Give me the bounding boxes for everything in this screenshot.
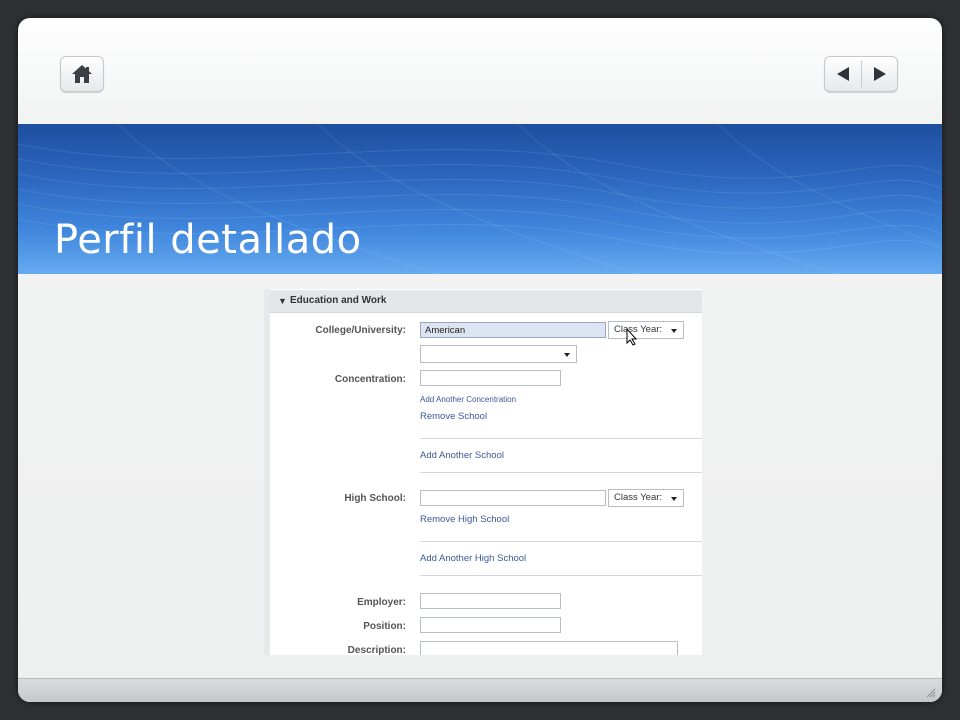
bottom-bar xyxy=(18,678,942,702)
home-icon xyxy=(72,65,92,83)
high-school-input[interactable] xyxy=(420,490,606,506)
slide-title: Perfil detallado xyxy=(54,217,362,263)
collapse-triangle-icon[interactable]: ▼ xyxy=(278,290,287,312)
employer-label: Employer: xyxy=(357,597,406,608)
chevron-down-icon xyxy=(671,329,677,333)
profile-form-screenshot: ▼ Education and Work College/University:… xyxy=(264,289,702,655)
divider xyxy=(420,575,702,576)
hs-class-year-select[interactable]: Class Year: xyxy=(608,489,684,507)
college-class-year-select[interactable]: Class Year: xyxy=(608,321,684,339)
concentration-input[interactable] xyxy=(420,370,561,386)
add-school-link[interactable]: Add Another School xyxy=(420,450,504,461)
chevron-down-icon xyxy=(671,497,677,501)
class-year-label: Class Year: xyxy=(614,324,663,335)
college-label: College/University: xyxy=(315,325,406,336)
concentration-label: Concentration: xyxy=(334,374,406,385)
position-input[interactable] xyxy=(420,617,561,633)
description-label: Description: xyxy=(347,645,406,655)
degree-select[interactable] xyxy=(420,345,577,363)
previous-slide-button[interactable] xyxy=(825,57,861,91)
employer-input[interactable] xyxy=(420,593,561,609)
slide-navigation xyxy=(824,56,898,92)
next-arrow-icon xyxy=(874,67,886,81)
title-banner: Perfil detallado xyxy=(18,124,942,274)
divider xyxy=(420,472,702,473)
add-concentration-link[interactable]: Add Another Concentration xyxy=(420,395,516,404)
position-label: Position: xyxy=(363,621,406,632)
resize-grip-icon[interactable] xyxy=(924,686,936,698)
home-button[interactable] xyxy=(60,56,104,92)
divider xyxy=(420,438,702,439)
add-high-school-link[interactable]: Add Another High School xyxy=(420,553,526,564)
class-year-label: Class Year: xyxy=(614,492,663,503)
mouse-pointer-icon xyxy=(626,328,638,346)
slide: Perfil detallado ▼ Education and Work Co… xyxy=(18,18,942,702)
chevron-down-icon xyxy=(564,353,570,357)
prev-arrow-icon xyxy=(837,67,849,81)
remove-high-school-link[interactable]: Remove High School xyxy=(420,514,509,525)
description-textarea[interactable] xyxy=(420,641,678,655)
section-header-label: Education and Work xyxy=(290,295,387,306)
high-school-label: High School: xyxy=(344,493,406,504)
next-slide-button[interactable] xyxy=(862,57,898,91)
college-input[interactable]: American xyxy=(420,322,606,338)
remove-school-link[interactable]: Remove School xyxy=(420,411,487,422)
section-header[interactable]: ▼ Education and Work xyxy=(270,290,702,313)
divider xyxy=(420,541,702,542)
